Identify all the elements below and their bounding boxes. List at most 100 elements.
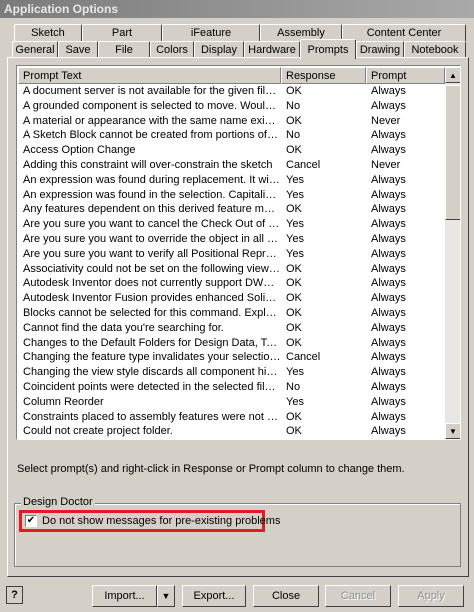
prompt-cell[interactable]: Always — [366, 128, 445, 143]
table-row[interactable]: Changing the view style discards all com… — [18, 365, 445, 380]
export-button[interactable]: Export... — [182, 585, 246, 607]
response-cell[interactable]: No — [281, 99, 366, 114]
do-not-show-checkbox[interactable]: ✔ — [25, 515, 37, 527]
response-cell[interactable]: OK — [281, 84, 366, 99]
response-cell[interactable]: OK — [281, 336, 366, 351]
response-cell[interactable]: Yes — [281, 247, 366, 262]
prompt-cell[interactable]: Always — [366, 143, 445, 158]
table-row[interactable]: Any features dependent on this derived f… — [18, 202, 445, 217]
prompt-text-cell[interactable]: An expression was found during replaceme… — [18, 173, 281, 188]
prompt-text-cell[interactable]: Adding this constraint will over-constra… — [18, 158, 281, 173]
table-row[interactable]: Column Reorder Yes Always — [18, 395, 445, 410]
prompt-cell[interactable]: Always — [366, 276, 445, 291]
tab-hardware[interactable]: Hardware — [244, 41, 300, 58]
prompt-text-cell[interactable]: Constraints placed to assembly features … — [18, 410, 281, 425]
prompt-text-cell[interactable]: Blocks cannot be selected for this comma… — [18, 306, 281, 321]
table-row[interactable]: A material or appearance with the same n… — [18, 114, 445, 129]
prompt-cell[interactable]: Always — [366, 424, 445, 439]
vertical-scrollbar[interactable]: ▲ ▼ — [445, 67, 460, 439]
response-cell[interactable]: Cancel — [281, 158, 366, 173]
prompt-text-cell[interactable]: Are you sure you want to override the ob… — [18, 232, 281, 247]
prompt-cell[interactable]: Always — [366, 173, 445, 188]
prompt-text-cell[interactable]: Access Option Change — [18, 143, 281, 158]
response-cell[interactable]: Yes — [281, 217, 366, 232]
tab-file[interactable]: File — [98, 41, 150, 58]
response-cell[interactable]: No — [281, 380, 366, 395]
prompt-text-cell[interactable]: Are you sure you want to cancel the Chec… — [18, 217, 281, 232]
prompt-text-cell[interactable]: A Sketch Block cannot be created from po… — [18, 128, 281, 143]
table-row[interactable]: Access Option Change OK Always — [18, 143, 445, 158]
apply-button[interactable]: Apply — [398, 585, 464, 607]
close-button[interactable]: Close — [253, 585, 319, 607]
scroll-thumb[interactable] — [445, 85, 460, 220]
prompt-cell[interactable]: Always — [366, 410, 445, 425]
prompt-cell[interactable]: Always — [366, 202, 445, 217]
tab-prompts[interactable]: Prompts — [300, 39, 356, 59]
prompt-text-cell[interactable]: Coincident points were detected in the s… — [18, 380, 281, 395]
prompt-cell[interactable]: Always — [366, 232, 445, 247]
prompt-text-cell[interactable]: Any features dependent on this derived f… — [18, 202, 281, 217]
prompt-text-cell[interactable]: An expression was found in the selection… — [18, 188, 281, 203]
response-cell[interactable]: OK — [281, 321, 366, 336]
table-row[interactable]: Autodesk Inventor does not currently sup… — [18, 276, 445, 291]
response-cell[interactable]: OK — [281, 291, 366, 306]
table-row[interactable]: Blocks cannot be selected for this comma… — [18, 306, 445, 321]
scroll-down-icon[interactable]: ▼ — [445, 423, 460, 439]
cancel-button[interactable]: Cancel — [325, 585, 391, 607]
header-response[interactable]: Response — [281, 67, 366, 84]
table-row[interactable]: A document server is not available for t… — [18, 84, 445, 99]
prompt-text-cell[interactable]: Could not create project folder. — [18, 424, 281, 439]
response-cell[interactable]: OK — [281, 114, 366, 129]
response-cell[interactable]: OK — [281, 306, 366, 321]
response-cell[interactable]: Cancel — [281, 350, 366, 365]
prompt-cell[interactable]: Always — [366, 188, 445, 203]
prompts-list[interactable]: Prompt Text Response Prompt A document s… — [16, 65, 461, 440]
table-row[interactable]: Constraints placed to assembly features … — [18, 410, 445, 425]
prompt-text-cell[interactable]: Autodesk Inventor does not currently sup… — [18, 276, 281, 291]
table-row[interactable]: Changes to the Default Folders for Desig… — [18, 336, 445, 351]
prompt-text-cell[interactable]: A grounded component is selected to move… — [18, 99, 281, 114]
prompt-cell[interactable]: Always — [366, 395, 445, 410]
response-cell[interactable]: Yes — [281, 188, 366, 203]
prompt-cell[interactable]: Always — [366, 99, 445, 114]
tab-ifeature[interactable]: iFeature — [162, 24, 260, 41]
response-cell[interactable]: Yes — [281, 173, 366, 188]
scroll-up-icon[interactable]: ▲ — [445, 67, 460, 83]
response-cell[interactable]: OK — [281, 262, 366, 277]
table-row[interactable]: An expression was found during replaceme… — [18, 173, 445, 188]
prompt-text-cell[interactable]: Are you sure you want to verify all Posi… — [18, 247, 281, 262]
table-row[interactable]: Autodesk Inventor Fusion provides enhanc… — [18, 291, 445, 306]
response-cell[interactable]: Yes — [281, 232, 366, 247]
response-cell[interactable]: Yes — [281, 365, 366, 380]
prompt-text-cell[interactable]: Changing the view style discards all com… — [18, 365, 281, 380]
tab-drawing[interactable]: Drawing — [356, 41, 404, 58]
header-prompt-text[interactable]: Prompt Text — [18, 67, 281, 84]
prompt-text-cell[interactable]: Changing the feature type invalidates yo… — [18, 350, 281, 365]
prompt-text-cell[interactable]: Changes to the Default Folders for Desig… — [18, 336, 281, 351]
tab-sketch[interactable]: Sketch — [14, 24, 82, 41]
prompt-cell[interactable]: Never — [366, 114, 445, 129]
response-cell[interactable]: OK — [281, 202, 366, 217]
table-row[interactable]: Cannot find the data you're searching fo… — [18, 321, 445, 336]
prompt-cell[interactable]: Always — [366, 217, 445, 232]
table-row[interactable]: Are you sure you want to verify all Posi… — [18, 247, 445, 262]
table-row[interactable]: A grounded component is selected to move… — [18, 99, 445, 114]
tab-general[interactable]: General — [12, 41, 58, 58]
prompt-cell[interactable]: Always — [366, 84, 445, 99]
import-button[interactable]: Import... — [92, 585, 157, 607]
table-row[interactable]: A Sketch Block cannot be created from po… — [18, 128, 445, 143]
prompt-cell[interactable]: Always — [366, 291, 445, 306]
table-row[interactable]: Associativity could not be set on the fo… — [18, 262, 445, 277]
tab-colors[interactable]: Colors — [150, 41, 194, 58]
prompt-cell[interactable]: Always — [366, 350, 445, 365]
prompt-text-cell[interactable]: Associativity could not be set on the fo… — [18, 262, 281, 277]
tab-display[interactable]: Display — [194, 41, 244, 58]
prompt-cell[interactable]: Always — [366, 306, 445, 321]
response-cell[interactable]: No — [281, 128, 366, 143]
response-cell[interactable]: OK — [281, 424, 366, 439]
table-row[interactable]: An expression was found in the selection… — [18, 188, 445, 203]
response-cell[interactable]: OK — [281, 276, 366, 291]
tab-notebook[interactable]: Notebook — [404, 41, 466, 58]
prompt-cell[interactable]: Always — [366, 247, 445, 262]
do-not-show-checkbox-row[interactable]: ✔ Do not show messages for pre-existing … — [25, 515, 280, 527]
